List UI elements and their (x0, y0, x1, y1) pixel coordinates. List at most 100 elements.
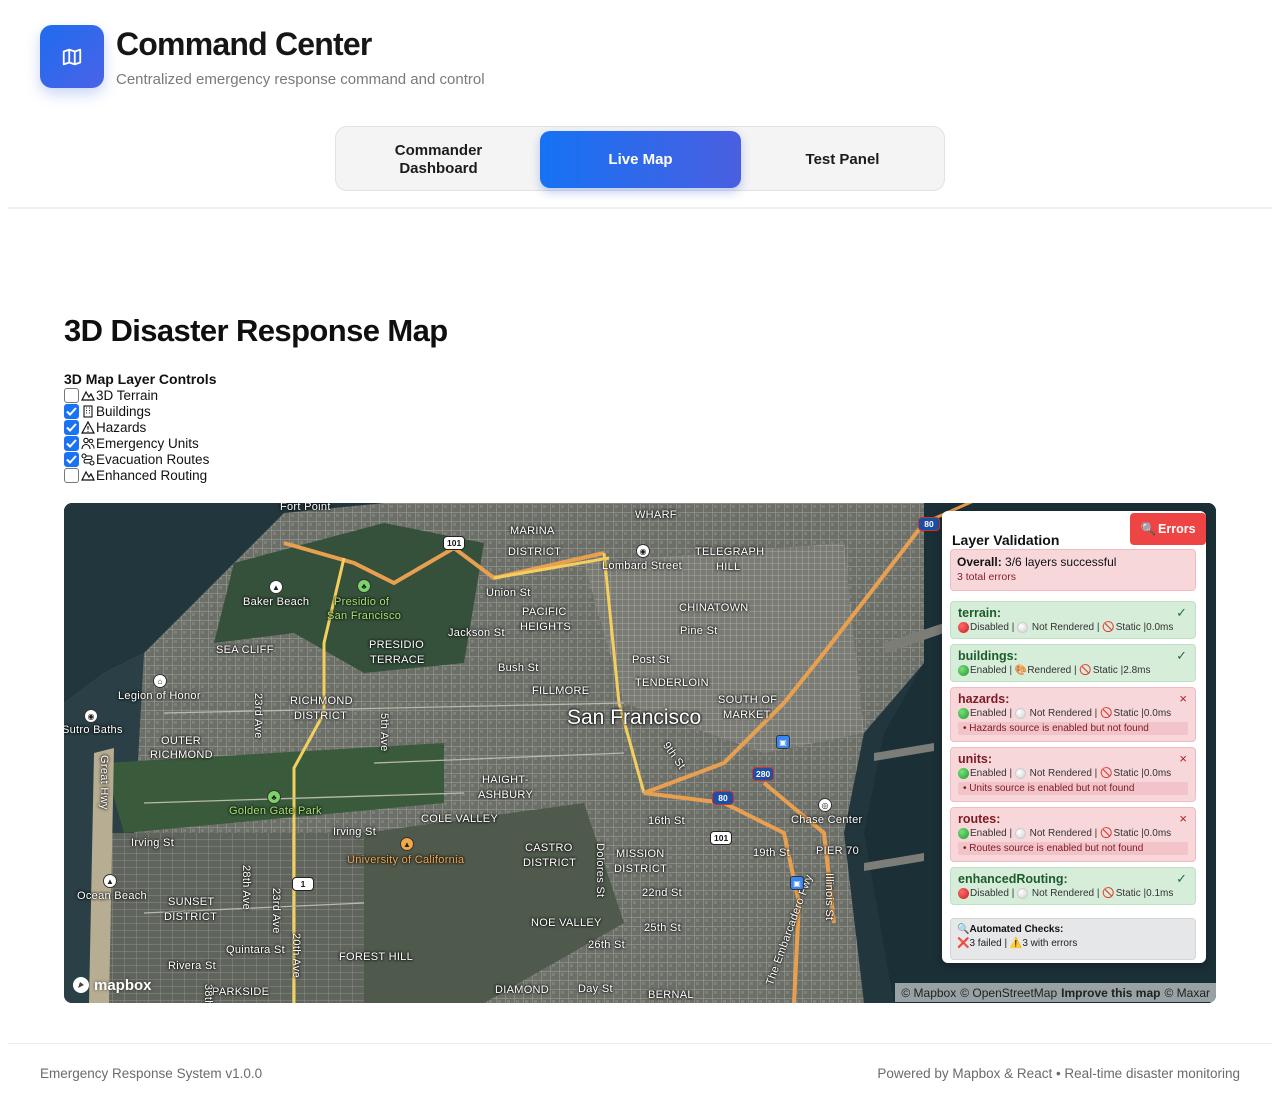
map-label: RICHMOND (290, 695, 353, 707)
transit-poi-icon[interactable]: ▣ (776, 735, 790, 749)
layer-name: enhancedRouting: (958, 872, 1068, 886)
layer-label: Emergency Units (96, 435, 199, 451)
map-label: 28th Ave (240, 865, 252, 911)
tab-commander-dashboard[interactable]: Commander Dashboard (338, 131, 539, 188)
park-poi-icon[interactable]: ♣ (267, 790, 281, 804)
layer-control-terrain[interactable]: 3D Terrain (64, 387, 209, 403)
i-80-shield: 80 (712, 791, 734, 805)
park-poi-icon[interactable]: ♣ (357, 579, 371, 593)
map-city-label: San Francisco (567, 706, 702, 729)
stadium-poi-icon[interactable]: ◎ (818, 798, 832, 812)
app-logo (40, 25, 104, 88)
map-label: Fort Point (280, 503, 331, 513)
overall-label: Overall: (957, 555, 1002, 569)
map-label: MISSION (616, 848, 665, 860)
layer-state: Disabled (970, 622, 1009, 633)
enhanced-routing-checkbox[interactable] (64, 467, 79, 483)
layer-validation-panel: Layer Validation 🔍 Errors Overall: 3/6 l… (942, 511, 1206, 963)
green-circle-icon (958, 768, 969, 779)
attribution-osm[interactable]: © OpenStreetMap (960, 986, 1057, 1000)
improve-map-link[interactable]: Improve this map (1061, 986, 1160, 1000)
hazards-checkbox[interactable] (64, 419, 79, 435)
routes-checkbox[interactable] (64, 451, 79, 467)
layer-control-hazards[interactable]: Hazards (64, 419, 209, 435)
map-label: Ocean Beach (77, 890, 147, 902)
transit-poi-icon[interactable]: ▣ (790, 876, 804, 890)
map-label: PRESIDIO (369, 639, 424, 651)
app-header: Command Center Centralized emergency res… (0, 0, 1280, 209)
errors-button[interactable]: 🔍 Errors (1130, 513, 1206, 545)
mapbox-icon (73, 977, 89, 993)
layer-state: Disabled (970, 888, 1009, 899)
map-label: CASTRO (525, 842, 573, 854)
mapbox-wordmark: mapbox (94, 976, 152, 994)
check-icon: ✓ (1176, 871, 1187, 886)
tab-live-map[interactable]: Live Map (540, 131, 741, 188)
warning-icon (80, 420, 95, 434)
close-icon: × (1179, 751, 1187, 766)
attribution-maxar[interactable]: © Maxar (1164, 986, 1210, 1000)
i-280-shield: 280 (752, 767, 775, 781)
map-label: DISTRICT (523, 857, 577, 869)
i-80-shield: 80 (918, 517, 940, 531)
tab-label: Live Map (608, 150, 673, 168)
map-label: 16th St (648, 815, 685, 827)
map-label: San Francisco (327, 610, 402, 622)
building-icon (80, 404, 95, 418)
museum-poi-icon[interactable]: ⌂ (153, 674, 167, 688)
layer-status: Disabled | Not Rendered | 🚫 Static | 0.1ms (958, 888, 1188, 899)
us-101-shield: 101 (710, 831, 733, 845)
tab-test-panel[interactable]: Test Panel (742, 131, 943, 188)
layer-control-routes[interactable]: Evacuation Routes (64, 451, 209, 467)
beach-poi-icon[interactable]: ▲ (103, 874, 117, 888)
camera-poi-icon[interactable]: ◉ (84, 709, 98, 723)
terrain-checkbox[interactable] (64, 387, 79, 403)
mapbox-logo[interactable]: mapbox (72, 976, 152, 994)
validation-card-buildings: buildings: ✓ Enabled | 🎨 Rendered | 🚫 Stat… (950, 644, 1196, 682)
buildings-checkbox[interactable] (64, 403, 79, 419)
overall-errors: 3 total errors (957, 571, 1016, 583)
map-label: Rivera St (168, 960, 216, 972)
layer-render: Not Rendered (1029, 768, 1092, 779)
footer-divider (8, 1043, 1272, 1044)
magnifier-icon: 🔍 (957, 924, 970, 935)
map-label: BERNAL (648, 989, 694, 1001)
layer-control-buildings[interactable]: Buildings (64, 403, 209, 419)
overall-value: 3/6 layers successful (1005, 555, 1117, 569)
validation-card-enhanced-routing: enhancedRouting: ✓ Disabled | Not Render… (950, 867, 1196, 905)
white-circle-icon (1014, 828, 1026, 839)
close-icon: × (1179, 691, 1187, 706)
map-label: Baker Beach (243, 596, 310, 608)
red-circle-icon (958, 888, 969, 899)
map-label: NOE VALLEY (531, 917, 602, 929)
layer-control-units[interactable]: Emergency Units (64, 435, 209, 451)
layer-label: Hazards (96, 419, 147, 435)
map-label: 20th Ave (290, 933, 302, 979)
map-label: DISTRICT (294, 710, 348, 722)
attribution-mapbox[interactable]: © Mapbox (901, 986, 956, 1000)
map-label: Bush St (498, 662, 539, 674)
layer-status: Enabled | Not Rendered | 🚫 Static | 0.0ms (958, 768, 1188, 779)
layer-status: Enabled | Not Rendered | 🚫 Static | 0.0ms (958, 708, 1188, 719)
layer-render: Not Rendered (1031, 622, 1095, 633)
layer-control-enhanced-routing[interactable]: Enhanced Routing (64, 467, 209, 483)
prohibited-icon: 🚫 (1102, 888, 1115, 899)
check-icon: ✓ (1176, 648, 1187, 663)
disaster-map[interactable]: Fort Point MARINA DISTRICT WHARF TELEGRA… (64, 503, 1216, 1003)
units-checkbox[interactable] (64, 435, 79, 451)
layer-name: buildings: (958, 649, 1018, 663)
university-poi-icon[interactable]: ▲ (400, 837, 414, 851)
green-circle-icon (958, 665, 969, 676)
beach-poi-icon[interactable]: ▲ (269, 580, 283, 594)
paint-icon: 🎨 (1014, 665, 1028, 676)
auto-failed: 3 failed (969, 938, 1002, 949)
layer-label: 3D Terrain (96, 387, 159, 403)
map-label: Day St (578, 983, 613, 995)
layer-error: • Hazards source is enabled but not foun… (958, 722, 1188, 735)
people-icon (80, 436, 95, 450)
map-label: Illinois St (823, 873, 835, 921)
map-label: 19th St (753, 847, 790, 859)
map-label: HILL (716, 561, 741, 573)
map-label: Post St (632, 654, 670, 666)
camera-poi-icon[interactable]: ◉ (636, 544, 650, 558)
